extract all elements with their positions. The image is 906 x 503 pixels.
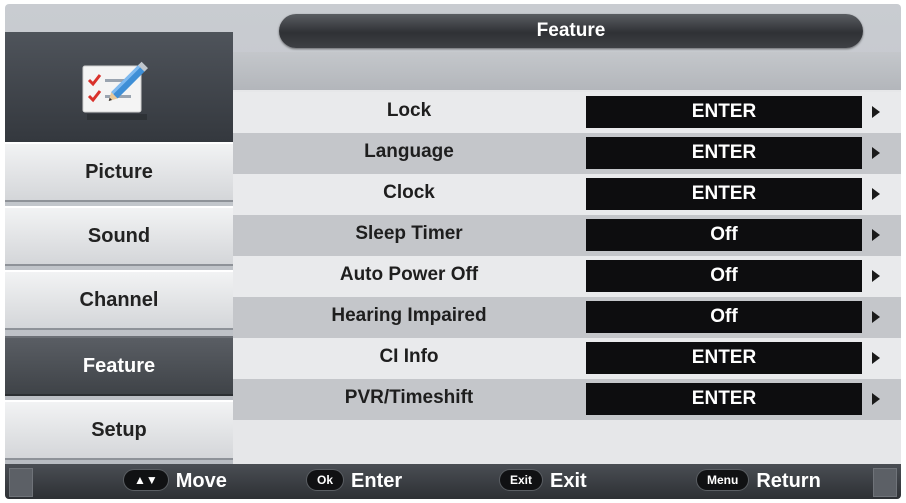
help-enter-label: Enter [351,470,403,492]
menu-row-value[interactable]: ENTER [586,342,862,374]
menu-row-lock[interactable]: Lock ENTER [233,92,901,133]
sidebar-item-label: Sound [87,225,151,247]
menu-header-strip [233,52,901,90]
sidebar-item-label: Setup [91,419,147,441]
help-move-label: Move [175,470,227,492]
exit-key-icon: Exit [500,470,543,491]
menu-row-label: Language [364,141,454,162]
sidebar-item-label: Picture [85,161,153,183]
triangle-right-icon [872,147,880,159]
help-enter: Ok Enter [307,464,402,499]
menu-row-value[interactable]: Off [586,219,862,251]
menu-row-clock[interactable]: Clock ENTER [233,174,901,215]
menu-row-label: Hearing Impaired [331,305,487,326]
sidebar: Picture Sound Channel Feature Setup [5,32,233,464]
menu-row-label: Clock [383,182,435,203]
triangle-right-icon [872,270,880,282]
menu-row-value[interactable]: Off [586,260,862,292]
menu-row-label: PVR/Timeshift [344,387,474,408]
triangle-right-icon [872,352,880,364]
menu-row-value[interactable]: ENTER [586,137,862,169]
sidebar-item-feature[interactable]: Feature [5,336,233,396]
triangle-right-icon [872,393,880,405]
triangle-right-icon [872,229,880,241]
sidebar-item-picture[interactable]: Picture [5,142,233,202]
sidebar-item-channel[interactable]: Channel [5,270,233,330]
menu-row-ci-info[interactable]: CI Info ENTER [233,338,901,379]
menu-row-label: Lock [386,100,432,121]
sidebar-item-label: Feature [82,355,156,377]
sidebar-item-sound[interactable]: Sound [5,206,233,266]
ok-key-icon: Ok [307,470,344,491]
menu-row-label: Sleep Timer [355,223,463,244]
menu-row-value[interactable]: ENTER [586,178,862,210]
menu-row-auto-power-off[interactable]: Auto Power Off Off [233,256,901,297]
menu-row-label: CI Info [379,346,439,367]
feature-menu-panel: Lock ENTER Language ENTER Clock ENTER Sl… [233,52,901,464]
menu-row-label: Auto Power Off [339,264,479,285]
help-bar-cap-right [873,468,897,497]
triangle-right-icon [872,106,880,118]
menu-row-value[interactable]: Off [586,301,862,333]
help-bar: ▲▼ Move Ok Enter Exit Exit Menu Return [5,464,901,499]
move-key-icon: ▲▼ [124,470,168,491]
menu-row-value[interactable]: ENTER [586,96,862,128]
page-title: Feature [279,14,863,48]
menu-row-language[interactable]: Language ENTER [233,133,901,174]
menu-row-hearing-impaired[interactable]: Hearing Impaired Off [233,297,901,338]
help-exit-label: Exit [550,470,587,492]
sidebar-item-setup[interactable]: Setup [5,400,233,460]
tv-menu-screen: Feature Picture Sound Channel Feature Se… [5,4,901,499]
menu-row-pvr-timeshift[interactable]: PVR/Timeshift ENTER [233,379,901,420]
sidebar-item-label: Channel [79,289,159,311]
sidebar-icon-panel [5,32,233,142]
triangle-right-icon [872,188,880,200]
checklist-pencil-icon [82,61,148,120]
help-move: ▲▼ Move [124,464,227,499]
help-return-label: Return [756,470,821,492]
help-bar-cap-left [9,468,33,497]
menu-key-icon: Menu [697,470,749,491]
help-return: Menu Return [697,464,821,499]
menu-row-sleep-timer[interactable]: Sleep Timer Off [233,215,901,256]
menu-row-value[interactable]: ENTER [586,383,862,415]
triangle-right-icon [872,311,880,323]
help-exit: Exit Exit [500,464,587,499]
